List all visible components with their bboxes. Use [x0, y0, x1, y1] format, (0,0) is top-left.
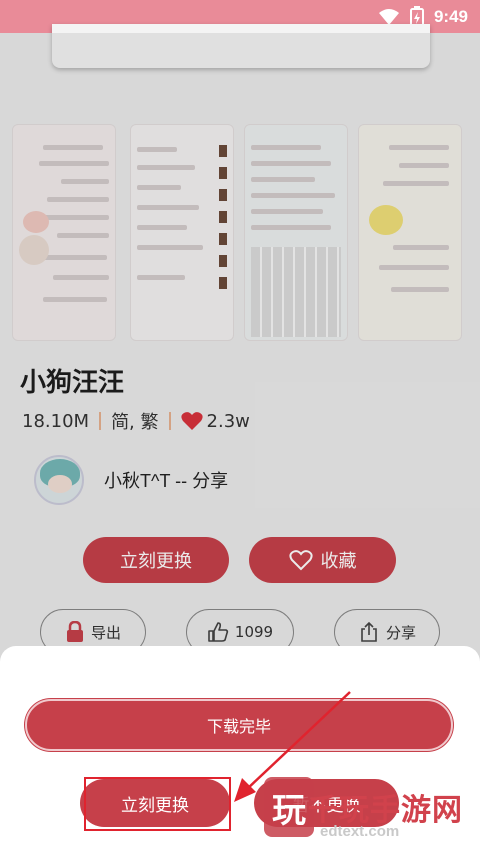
watermark-url: edtext.com: [320, 823, 400, 840]
download-progress-bar[interactable]: 下载完毕: [25, 699, 453, 751]
watermark: 玩 千玩手游网 edtext.com: [258, 775, 474, 849]
status-time: 9:49: [433, 7, 468, 26]
watermark-seal: 玩: [264, 777, 314, 837]
highlight-box: [84, 777, 231, 831]
